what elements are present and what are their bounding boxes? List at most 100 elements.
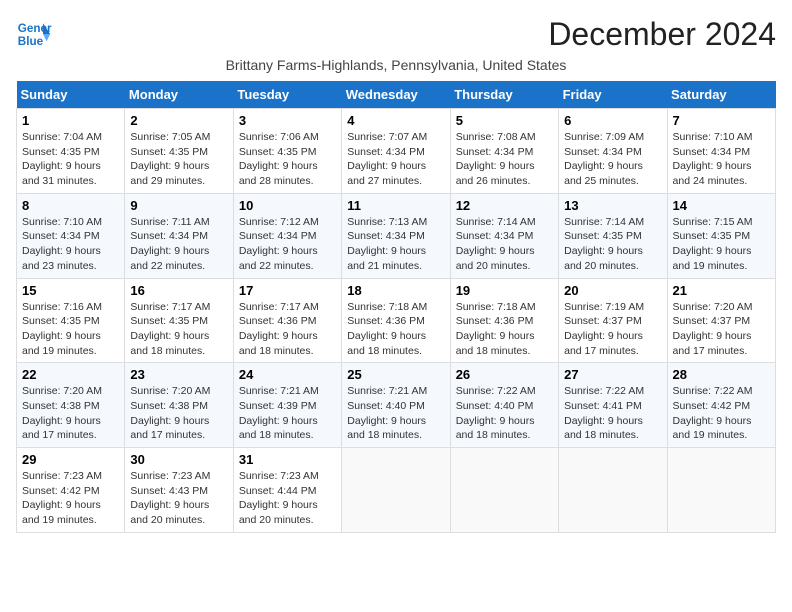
day-info: Sunrise: 7:23 AM Sunset: 4:43 PM Dayligh…: [130, 469, 227, 528]
sunrise-label: Sunrise: 7:04 AM: [22, 131, 102, 143]
sunrise-label: Sunrise: 7:20 AM: [130, 385, 210, 397]
calendar-cell: 11 Sunrise: 7:13 AM Sunset: 4:34 PM Dayl…: [342, 193, 450, 278]
daylight-label: Daylight: 9 hours and 18 minutes.: [456, 415, 535, 442]
calendar-cell: 9 Sunrise: 7:11 AM Sunset: 4:34 PM Dayli…: [125, 193, 233, 278]
daylight-label: Daylight: 9 hours and 17 minutes.: [673, 330, 752, 357]
daylight-label: Daylight: 9 hours and 17 minutes.: [22, 415, 101, 442]
title-area: December 2024: [548, 16, 776, 53]
day-number: 7: [673, 113, 770, 128]
sunset-label: Sunset: 4:34 PM: [130, 230, 208, 242]
sunset-label: Sunset: 4:41 PM: [564, 400, 642, 412]
sunset-label: Sunset: 4:35 PM: [22, 315, 100, 327]
day-number: 25: [347, 367, 444, 382]
day-number: 4: [347, 113, 444, 128]
sunset-label: Sunset: 4:42 PM: [22, 485, 100, 497]
sunset-label: Sunset: 4:36 PM: [239, 315, 317, 327]
daylight-label: Daylight: 9 hours and 29 minutes.: [130, 160, 209, 187]
daylight-label: Daylight: 9 hours and 20 minutes.: [130, 499, 209, 526]
sunset-label: Sunset: 4:36 PM: [456, 315, 534, 327]
sunset-label: Sunset: 4:35 PM: [564, 230, 642, 242]
sunrise-label: Sunrise: 7:16 AM: [22, 301, 102, 313]
sunrise-label: Sunrise: 7:21 AM: [347, 385, 427, 397]
calendar-cell: 20 Sunrise: 7:19 AM Sunset: 4:37 PM Dayl…: [559, 278, 667, 363]
day-info: Sunrise: 7:15 AM Sunset: 4:35 PM Dayligh…: [673, 215, 770, 274]
calendar-cell: [667, 448, 775, 533]
daylight-label: Daylight: 9 hours and 20 minutes.: [456, 245, 535, 272]
daylight-label: Daylight: 9 hours and 18 minutes.: [130, 330, 209, 357]
calendar-cell: 26 Sunrise: 7:22 AM Sunset: 4:40 PM Dayl…: [450, 363, 558, 448]
sunrise-label: Sunrise: 7:06 AM: [239, 131, 319, 143]
header-saturday: Saturday: [667, 81, 775, 109]
day-info: Sunrise: 7:22 AM Sunset: 4:41 PM Dayligh…: [564, 384, 661, 443]
sunset-label: Sunset: 4:38 PM: [22, 400, 100, 412]
day-number: 11: [347, 198, 444, 213]
sunset-label: Sunset: 4:34 PM: [456, 230, 534, 242]
calendar-table: SundayMondayTuesdayWednesdayThursdayFrid…: [16, 81, 776, 533]
sunset-label: Sunset: 4:42 PM: [673, 400, 751, 412]
sunset-label: Sunset: 4:44 PM: [239, 485, 317, 497]
calendar-cell: 13 Sunrise: 7:14 AM Sunset: 4:35 PM Dayl…: [559, 193, 667, 278]
sunrise-label: Sunrise: 7:14 AM: [564, 216, 644, 228]
daylight-label: Daylight: 9 hours and 18 minutes.: [456, 330, 535, 357]
calendar-cell: 6 Sunrise: 7:09 AM Sunset: 4:34 PM Dayli…: [559, 109, 667, 194]
week-row-1: 1 Sunrise: 7:04 AM Sunset: 4:35 PM Dayli…: [17, 109, 776, 194]
day-info: Sunrise: 7:23 AM Sunset: 4:44 PM Dayligh…: [239, 469, 336, 528]
daylight-label: Daylight: 9 hours and 20 minutes.: [564, 245, 643, 272]
day-info: Sunrise: 7:12 AM Sunset: 4:34 PM Dayligh…: [239, 215, 336, 274]
day-info: Sunrise: 7:06 AM Sunset: 4:35 PM Dayligh…: [239, 130, 336, 189]
day-number: 22: [22, 367, 119, 382]
calendar-cell: 4 Sunrise: 7:07 AM Sunset: 4:34 PM Dayli…: [342, 109, 450, 194]
day-info: Sunrise: 7:21 AM Sunset: 4:39 PM Dayligh…: [239, 384, 336, 443]
day-number: 30: [130, 452, 227, 467]
calendar-cell: 23 Sunrise: 7:20 AM Sunset: 4:38 PM Dayl…: [125, 363, 233, 448]
daylight-label: Daylight: 9 hours and 28 minutes.: [239, 160, 318, 187]
sunset-label: Sunset: 4:34 PM: [22, 230, 100, 242]
day-info: Sunrise: 7:23 AM Sunset: 4:42 PM Dayligh…: [22, 469, 119, 528]
daylight-label: Daylight: 9 hours and 22 minutes.: [130, 245, 209, 272]
day-info: Sunrise: 7:21 AM Sunset: 4:40 PM Dayligh…: [347, 384, 444, 443]
calendar-cell: 18 Sunrise: 7:18 AM Sunset: 4:36 PM Dayl…: [342, 278, 450, 363]
sunrise-label: Sunrise: 7:13 AM: [347, 216, 427, 228]
sunrise-label: Sunrise: 7:15 AM: [673, 216, 753, 228]
sunrise-label: Sunrise: 7:12 AM: [239, 216, 319, 228]
sunset-label: Sunset: 4:40 PM: [347, 400, 425, 412]
week-row-3: 15 Sunrise: 7:16 AM Sunset: 4:35 PM Dayl…: [17, 278, 776, 363]
week-row-5: 29 Sunrise: 7:23 AM Sunset: 4:42 PM Dayl…: [17, 448, 776, 533]
day-number: 15: [22, 283, 119, 298]
daylight-label: Daylight: 9 hours and 26 minutes.: [456, 160, 535, 187]
calendar-cell: 3 Sunrise: 7:06 AM Sunset: 4:35 PM Dayli…: [233, 109, 341, 194]
sunset-label: Sunset: 4:34 PM: [673, 146, 751, 158]
calendar-cell: [559, 448, 667, 533]
sunrise-label: Sunrise: 7:23 AM: [239, 470, 319, 482]
daylight-label: Daylight: 9 hours and 23 minutes.: [22, 245, 101, 272]
calendar-cell: 17 Sunrise: 7:17 AM Sunset: 4:36 PM Dayl…: [233, 278, 341, 363]
daylight-label: Daylight: 9 hours and 18 minutes.: [239, 415, 318, 442]
sunset-label: Sunset: 4:34 PM: [564, 146, 642, 158]
day-number: 3: [239, 113, 336, 128]
day-info: Sunrise: 7:17 AM Sunset: 4:35 PM Dayligh…: [130, 300, 227, 359]
sunrise-label: Sunrise: 7:18 AM: [456, 301, 536, 313]
day-number: 19: [456, 283, 553, 298]
sunrise-label: Sunrise: 7:22 AM: [564, 385, 644, 397]
week-row-2: 8 Sunrise: 7:10 AM Sunset: 4:34 PM Dayli…: [17, 193, 776, 278]
calendar-cell: 15 Sunrise: 7:16 AM Sunset: 4:35 PM Dayl…: [17, 278, 125, 363]
day-number: 28: [673, 367, 770, 382]
daylight-label: Daylight: 9 hours and 17 minutes.: [130, 415, 209, 442]
sunrise-label: Sunrise: 7:10 AM: [22, 216, 102, 228]
sunrise-label: Sunrise: 7:11 AM: [130, 216, 209, 228]
sunset-label: Sunset: 4:35 PM: [673, 230, 751, 242]
logo-icon: General Blue: [16, 16, 52, 52]
daylight-label: Daylight: 9 hours and 24 minutes.: [673, 160, 752, 187]
sunrise-label: Sunrise: 7:22 AM: [673, 385, 753, 397]
day-number: 1: [22, 113, 119, 128]
sunrise-label: Sunrise: 7:17 AM: [130, 301, 210, 313]
sunrise-label: Sunrise: 7:23 AM: [22, 470, 102, 482]
days-header-row: SundayMondayTuesdayWednesdayThursdayFrid…: [17, 81, 776, 109]
day-number: 2: [130, 113, 227, 128]
calendar-cell: [450, 448, 558, 533]
day-info: Sunrise: 7:10 AM Sunset: 4:34 PM Dayligh…: [673, 130, 770, 189]
calendar-cell: [342, 448, 450, 533]
header: General Blue December 2024: [16, 16, 776, 53]
sunset-label: Sunset: 4:34 PM: [239, 230, 317, 242]
day-info: Sunrise: 7:09 AM Sunset: 4:34 PM Dayligh…: [564, 130, 661, 189]
